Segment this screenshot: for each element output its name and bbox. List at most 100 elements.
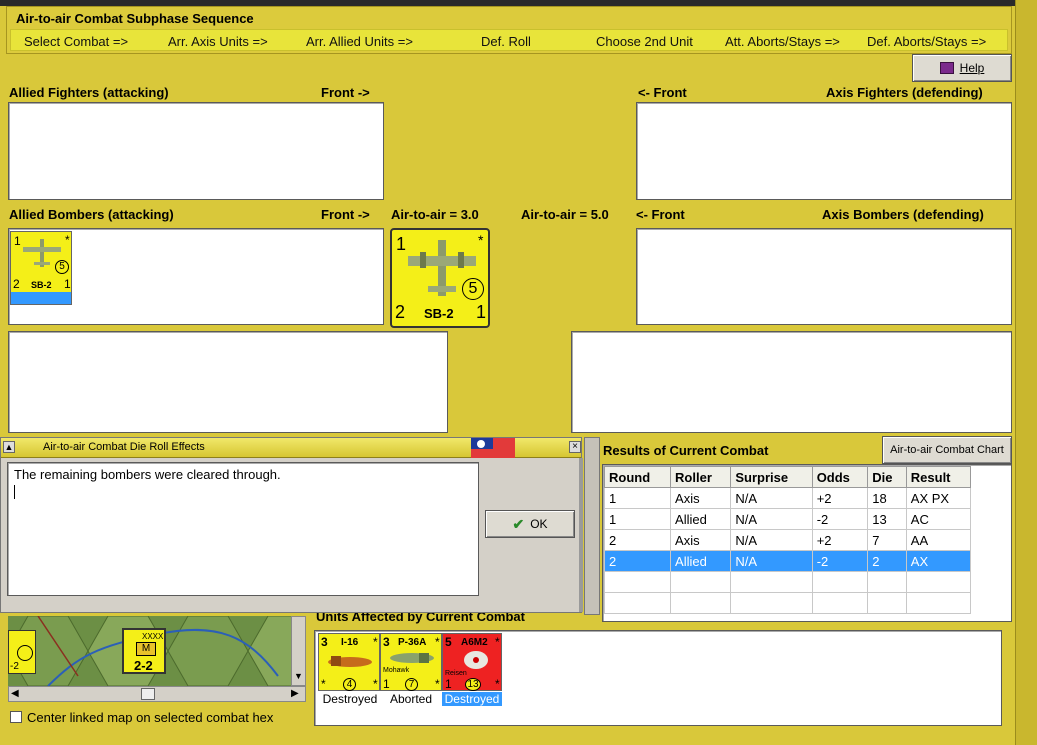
unit-top-right: * [65, 233, 70, 247]
big-unit-bottom-right: 1 [476, 302, 487, 322]
dialog-vertical-scrollbar[interactable] [584, 437, 600, 615]
partial-map-counter[interactable]: -2 [8, 630, 36, 674]
counter-strength: 2-2 [134, 658, 153, 673]
axis-air-to-air-value: Air-to-air = 5.0 [521, 207, 609, 222]
unit-circle-value: 4 [343, 678, 356, 691]
table-row[interactable]: 1 Allied N/A -2 13 AC [603, 508, 972, 530]
cell-roller: Allied [670, 508, 732, 530]
map-army-counter[interactable]: XXXX M 2-2 [122, 628, 166, 674]
allied-air-to-air-value: Air-to-air = 3.0 [391, 207, 479, 222]
text-cursor [14, 485, 15, 499]
unit-top-left: 3 [383, 635, 390, 649]
ok-button[interactable]: ✔ OK [485, 510, 575, 538]
cell-odds: +2 [811, 529, 869, 551]
table-row[interactable]: 1 Axis N/A +2 18 AX PX [603, 487, 972, 509]
unit-bottom-left: 2 [13, 277, 20, 291]
unit-bottom-right: 1 [64, 277, 71, 291]
col-result[interactable]: Result [905, 466, 972, 488]
allied-fighters-label: Allied Fighters (attacking) [9, 85, 169, 100]
collapse-icon[interactable]: ▲ [3, 441, 15, 453]
cell-surprise: N/A [730, 508, 813, 530]
counter-circle-icon [17, 645, 33, 661]
cell-roller: Axis [670, 529, 732, 551]
seq-step-def-roll: Def. Roll [481, 34, 531, 49]
unit-name: I-16 [341, 637, 359, 648]
unit-selected-bar [11, 292, 71, 304]
combat-chart-button[interactable]: Air-to-air Combat Chart [882, 436, 1012, 464]
unit-counter-i16[interactable]: 3 I-16 * 4 * * [318, 633, 380, 691]
cell-surprise: N/A [730, 529, 813, 551]
unit-counter-p36a[interactable]: 3 P-36A * Mohawk 7 1 * [380, 633, 442, 691]
cell-round: 2 [603, 529, 672, 551]
cell-die: 18 [867, 487, 907, 509]
dialog-resize-edge[interactable] [579, 458, 583, 612]
dialog-message: The remaining bombers were cleared throu… [14, 467, 281, 482]
table-row[interactable]: 2 Axis N/A +2 7 AA [603, 529, 972, 551]
seq-step-choose-2nd: Choose 2nd Unit [596, 34, 693, 49]
checkmark-icon: ✔ [512, 515, 525, 532]
unit-bottom-left: 1 [445, 677, 452, 691]
scroll-left-icon[interactable]: ◀ [11, 688, 19, 699]
cell-roller: Axis [670, 487, 732, 509]
allied-fighters-box[interactable] [8, 102, 384, 200]
allied-fighters-front: Front -> [321, 85, 370, 100]
cell-round: 1 [603, 508, 672, 530]
counter-size-label: XXXX [142, 632, 164, 641]
fighter-plane-icon [390, 653, 434, 663]
cell-surprise: N/A [730, 487, 813, 509]
counter-type-box: M [136, 642, 156, 656]
cell-result: AC [905, 508, 972, 530]
ok-button-label: OK [530, 517, 548, 531]
unit-status: Aborted [389, 692, 433, 706]
unit-counter-a6m2[interactable]: 5 A6M2 * Reisen 13 1 * [442, 633, 502, 691]
unit-top-left: 3 [321, 635, 328, 649]
col-die[interactable]: Die [867, 466, 907, 488]
unit-subname: Reisen [445, 670, 467, 677]
col-surprise[interactable]: Surprise [730, 466, 813, 488]
cell-die: 13 [867, 508, 907, 530]
table-row-selected[interactable]: 2 Allied N/A -2 2 AX [603, 550, 972, 572]
col-round[interactable]: Round [603, 466, 672, 488]
unit-name: P-36A [398, 637, 427, 648]
col-roller[interactable]: Roller [670, 466, 732, 488]
cell-round: 2 [603, 550, 672, 572]
axis-fighters-box[interactable] [636, 102, 1012, 200]
linked-map[interactable]: -2 XXXX M 2-2 [8, 616, 306, 686]
window-right-edge [1015, 0, 1037, 745]
col-odds[interactable]: Odds [811, 466, 869, 488]
help-button-label: Help [959, 61, 985, 75]
cell-odds: -2 [811, 550, 869, 572]
axis-bombers-label: Axis Bombers (defending) [822, 207, 984, 222]
dialog-message-box[interactable]: The remaining bombers were cleared throu… [7, 462, 479, 596]
dialog-title: Air-to-air Combat Die Roll Effects [43, 441, 205, 453]
unit-bottom-right: * [435, 677, 440, 691]
big-unit-bottom-left: 2 [395, 302, 406, 322]
unit-name: A6M2 [461, 637, 488, 648]
scroll-down-icon[interactable]: ▼ [294, 671, 303, 681]
help-button[interactable]: Help [912, 54, 1012, 82]
unit-status-selected: Destroyed [442, 692, 502, 706]
allied-bombers-label: Allied Bombers (attacking) [9, 207, 174, 222]
die-roll-dialog: ▲ Air-to-air Combat Die Roll Effects × T… [0, 437, 583, 613]
cell-round: 1 [603, 487, 672, 509]
unit-name: SB-2 [31, 280, 52, 290]
map-horizontal-scrollbar[interactable]: ◀ ▶ [8, 686, 306, 702]
selected-bomber-counter[interactable]: 1 * 5 2 SB-2 1 [390, 228, 490, 328]
unit-top-left: 5 [445, 635, 452, 649]
center-map-checkbox[interactable] [10, 711, 22, 723]
close-icon[interactable]: × [569, 441, 581, 453]
unit-circle-value: 5 [55, 260, 69, 274]
scroll-thumb[interactable] [141, 688, 155, 700]
allied-escort-box[interactable] [8, 331, 448, 433]
bomber-unit-counter[interactable]: 1 * 5 2 SB-2 1 [10, 231, 72, 305]
axis-bombers-box[interactable] [636, 228, 1012, 325]
cell-result: AX [905, 550, 972, 572]
unit-bottom-left: 1 [383, 677, 390, 691]
dialog-titlebar[interactable]: ▲ Air-to-air Combat Die Roll Effects × [1, 438, 581, 458]
axis-escort-box[interactable] [571, 331, 1012, 433]
cell-surprise: N/A [730, 550, 813, 572]
unit-bottom-left: * [321, 677, 326, 691]
map-vertical-scrollbar[interactable]: ▼ [291, 616, 306, 686]
cell-odds: +2 [811, 487, 869, 509]
scroll-right-icon[interactable]: ▶ [291, 688, 299, 699]
